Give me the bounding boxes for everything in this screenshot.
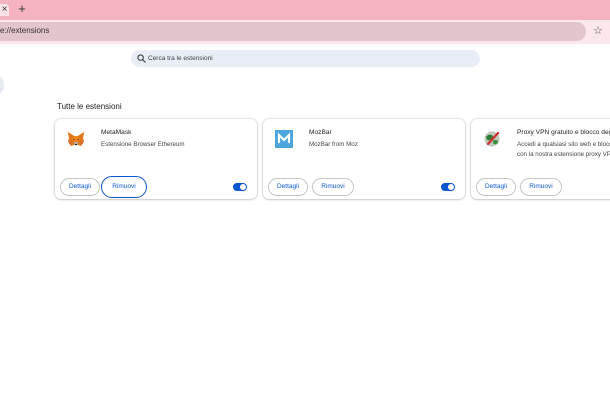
menu-button-edge[interactable] <box>0 76 4 94</box>
mozbar-m-icon <box>275 130 293 148</box>
search-extensions-input[interactable]: Cerca tra le estensioni <box>131 50 480 67</box>
remove-button[interactable]: Rimuovi <box>520 178 562 196</box>
remove-button[interactable]: Rimuovi <box>312 178 354 196</box>
extension-card-proxy-vpn: Proxy VPN gratuito e blocco degli Accedi… <box>471 119 610 199</box>
details-button[interactable]: Dettagli <box>476 178 516 196</box>
address-url[interactable]: e://extensions <box>0 25 49 37</box>
enable-toggle[interactable] <box>441 183 455 191</box>
address-bar[interactable]: e://extensions <box>0 22 586 41</box>
details-button[interactable]: Dettagli <box>268 178 308 196</box>
search-icon <box>137 54 146 63</box>
toggle-knob <box>448 184 454 190</box>
tab-close-icon[interactable]: × <box>0 4 9 16</box>
extension-name: MozBar <box>309 129 332 136</box>
enable-toggle[interactable] <box>233 183 247 191</box>
extensions-page: Cerca tra le estensioni Tutte le estensi… <box>0 44 610 400</box>
bookmark-star-icon[interactable]: ☆ <box>593 24 603 38</box>
extension-description: MozBar from Moz <box>309 141 358 148</box>
extension-card-metamask: MetaMask Estensione Browser Ethereum Det… <box>55 119 257 199</box>
extension-description: Accedi a qualsiasi sito web e blocc <box>517 141 610 148</box>
search-placeholder: Cerca tra le estensioni <box>148 55 213 62</box>
section-title: Tutte le estensioni <box>57 102 122 111</box>
remove-button[interactable]: Rimuovi <box>101 176 147 198</box>
metamask-fox-icon <box>68 132 84 146</box>
extension-name: Proxy VPN gratuito e blocco degli <box>517 129 610 136</box>
extension-description-line2: con la nostra estensione proxy VP <box>517 151 610 158</box>
extension-name: MetaMask <box>101 129 132 136</box>
extension-card-mozbar: MozBar MozBar from Moz Dettagli Rimuovi <box>263 119 465 199</box>
toggle-knob <box>240 184 246 190</box>
tab-strip: × + <box>0 0 610 20</box>
details-button[interactable]: Dettagli <box>60 178 100 196</box>
extension-description: Estensione Browser Ethereum <box>101 141 185 148</box>
new-tab-icon[interactable]: + <box>16 2 28 16</box>
proxy-vpn-globe-icon <box>484 131 500 147</box>
